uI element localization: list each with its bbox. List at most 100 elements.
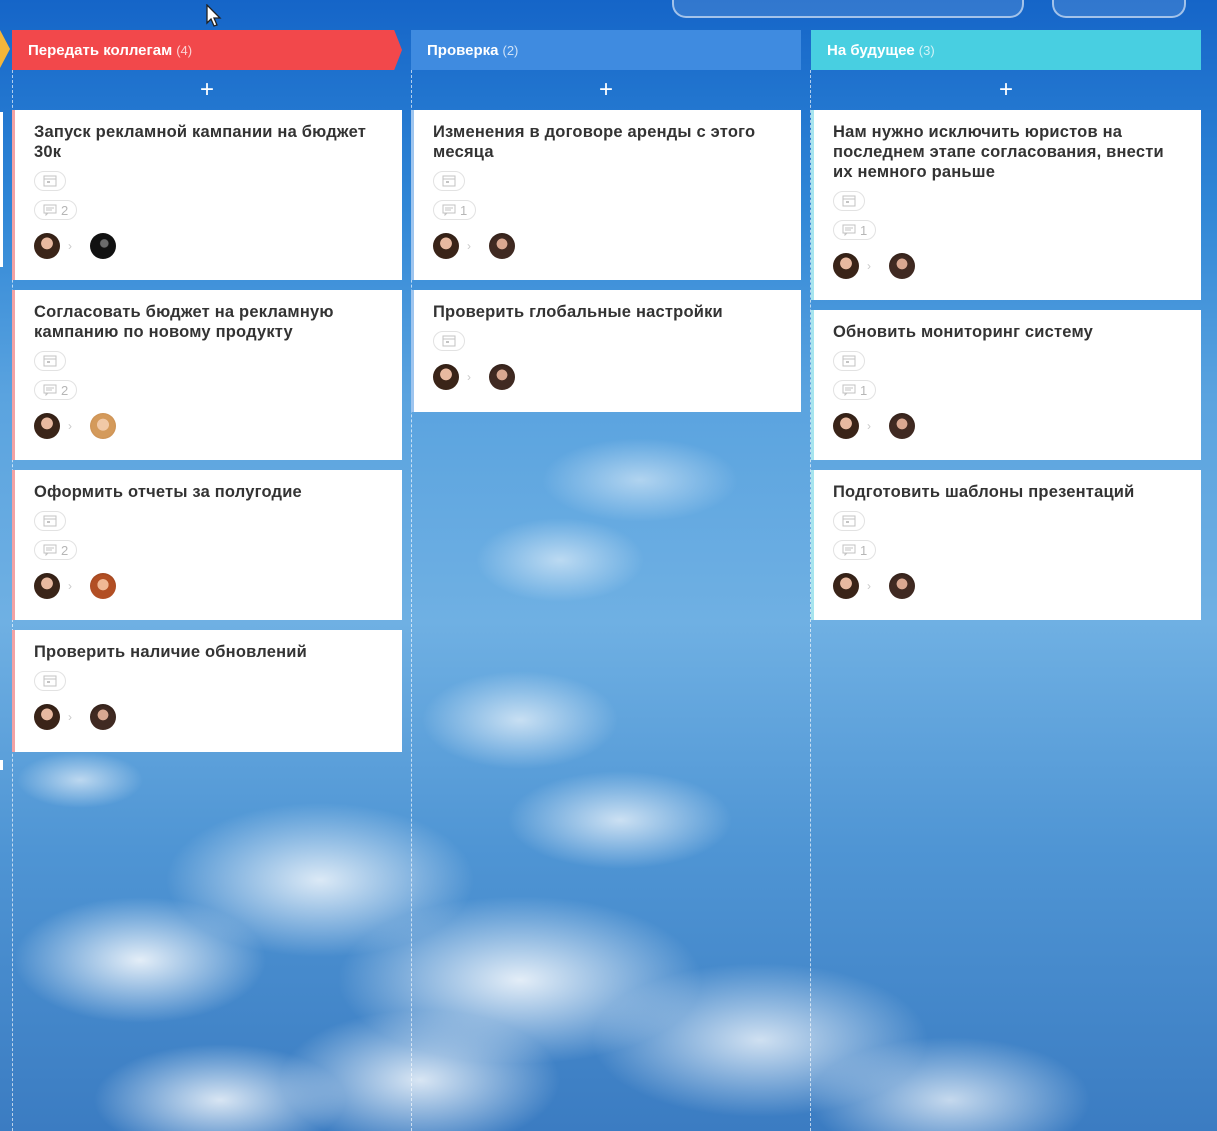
- author-avatar[interactable]: [833, 413, 859, 439]
- column-title: Передать коллегам: [28, 41, 173, 59]
- task-card[interactable]: Подготовить шаблоны презентаций 1 ›: [811, 470, 1201, 620]
- calendar-icon: [842, 195, 856, 207]
- assignee-avatar[interactable]: [889, 573, 915, 599]
- assignee-avatar[interactable]: [489, 233, 515, 259]
- column-pass-to-colleagues: Передать коллегам (4) + Запуск рекламной…: [12, 30, 402, 762]
- task-card[interactable]: Согласовать бюджет на рекламную кампанию…: [12, 290, 402, 460]
- calendar-icon: [442, 175, 456, 187]
- assignee-avatar[interactable]: [889, 413, 915, 439]
- assignee-avatar[interactable]: [90, 704, 116, 730]
- card-title: Изменения в договоре аренды с этого меся…: [433, 123, 756, 161]
- due-date-chip[interactable]: [34, 511, 66, 531]
- column-count: (3): [918, 42, 935, 58]
- add-card-button[interactable]: +: [411, 70, 801, 110]
- chevron-right-icon: ›: [68, 419, 72, 433]
- author-avatar[interactable]: [34, 573, 60, 599]
- comments-chip[interactable]: 1: [433, 200, 477, 220]
- card-title: Обновить мониторинг систему: [833, 323, 1094, 341]
- due-date-chip[interactable]: [833, 191, 865, 211]
- comment-icon: [842, 384, 856, 396]
- author-avatar[interactable]: [34, 704, 60, 730]
- due-date-chip[interactable]: [833, 351, 865, 371]
- column-count: (4): [176, 42, 193, 58]
- chevron-right-icon: ›: [68, 710, 72, 724]
- calendar-icon: [842, 355, 856, 367]
- comments-chip[interactable]: 2: [34, 380, 78, 400]
- add-card-button[interactable]: +: [12, 70, 402, 110]
- column-future: На будущее (3) + Нам нужно исключить юри…: [811, 30, 1201, 630]
- comments-chip[interactable]: 1: [833, 540, 877, 560]
- task-card[interactable]: Изменения в договоре аренды с этого меся…: [411, 110, 801, 280]
- comment-icon: [43, 544, 57, 556]
- assignee-avatar[interactable]: [90, 233, 116, 259]
- comment-count: 2: [61, 202, 69, 218]
- calendar-icon: [842, 515, 856, 527]
- add-card-button[interactable]: +: [811, 70, 1201, 110]
- comment-count: 2: [61, 382, 69, 398]
- task-card[interactable]: Нам нужно исключить юристов на последнем…: [811, 110, 1201, 300]
- mouse-cursor-icon: [206, 4, 222, 27]
- chevron-right-icon: ›: [467, 239, 471, 253]
- assignee-avatar[interactable]: [90, 413, 116, 439]
- due-date-chip[interactable]: [34, 351, 66, 371]
- due-date-chip[interactable]: [433, 171, 465, 191]
- due-date-chip[interactable]: [433, 331, 465, 351]
- top-action-pill[interactable]: [1052, 0, 1186, 18]
- task-card[interactable]: Проверить глобальные настройки ›: [411, 290, 801, 412]
- comment-icon: [43, 384, 57, 396]
- author-avatar[interactable]: [833, 253, 859, 279]
- comment-count: 1: [860, 222, 868, 238]
- calendar-icon: [43, 515, 57, 527]
- column-header[interactable]: Проверка (2): [411, 30, 801, 70]
- task-card[interactable]: Запуск рекламной кампании на бюджет 30к …: [12, 110, 402, 280]
- chevron-right-icon: ›: [68, 579, 72, 593]
- author-avatar[interactable]: [34, 233, 60, 259]
- calendar-icon: [43, 175, 57, 187]
- column-title: Проверка: [427, 41, 499, 59]
- column-header[interactable]: Передать коллегам (4): [12, 30, 402, 70]
- comment-icon: [842, 224, 856, 236]
- assignee-avatar[interactable]: [489, 364, 515, 390]
- assignee-avatar[interactable]: [889, 253, 915, 279]
- comment-icon: [842, 544, 856, 556]
- chevron-right-icon: ›: [867, 419, 871, 433]
- calendar-icon: [442, 335, 456, 347]
- author-avatar[interactable]: [433, 233, 459, 259]
- task-card[interactable]: Оформить отчеты за полугодие 2 ›: [12, 470, 402, 620]
- card-title: Нам нужно исключить юристов на последнем…: [833, 123, 1164, 181]
- card-title: Согласовать бюджет на рекламную кампанию…: [34, 303, 334, 341]
- author-avatar[interactable]: [433, 364, 459, 390]
- card-title: Проверить наличие обновлений: [34, 643, 307, 661]
- collapsed-column-arrow[interactable]: [0, 30, 10, 68]
- card-title: Подготовить шаблоны презентаций: [833, 483, 1135, 501]
- comment-count: 1: [460, 202, 468, 218]
- author-avatar[interactable]: [34, 413, 60, 439]
- calendar-icon: [43, 355, 57, 367]
- due-date-chip[interactable]: [833, 511, 865, 531]
- chevron-right-icon: ›: [867, 579, 871, 593]
- comments-chip[interactable]: 2: [34, 200, 78, 220]
- column-review: Проверка (2) + Изменения в договоре арен…: [411, 30, 801, 422]
- assignee-avatar[interactable]: [90, 573, 116, 599]
- author-avatar[interactable]: [833, 573, 859, 599]
- comments-chip[interactable]: 1: [833, 380, 877, 400]
- due-date-chip[interactable]: [34, 171, 66, 191]
- chevron-right-icon: ›: [68, 239, 72, 253]
- comment-count: 1: [860, 382, 868, 398]
- task-card[interactable]: Проверить наличие обновлений ›: [12, 630, 402, 752]
- column-count: (2): [502, 42, 519, 58]
- comments-chip[interactable]: 2: [34, 540, 78, 560]
- column-header[interactable]: На будущее (3): [811, 30, 1201, 70]
- comment-count: 2: [61, 542, 69, 558]
- card-title: Запуск рекламной кампании на бюджет 30к: [34, 123, 367, 161]
- top-search-pill[interactable]: [672, 0, 1024, 18]
- comments-chip[interactable]: 1: [833, 220, 877, 240]
- due-date-chip[interactable]: [34, 671, 66, 691]
- left-edge-strip: [0, 760, 3, 770]
- card-title: Оформить отчеты за полугодие: [34, 483, 302, 501]
- chevron-right-icon: ›: [467, 370, 471, 384]
- task-card[interactable]: Обновить мониторинг систему 1 ›: [811, 310, 1201, 460]
- left-edge-strip: [0, 112, 3, 267]
- comment-count: 1: [860, 542, 868, 558]
- calendar-icon: [43, 675, 57, 687]
